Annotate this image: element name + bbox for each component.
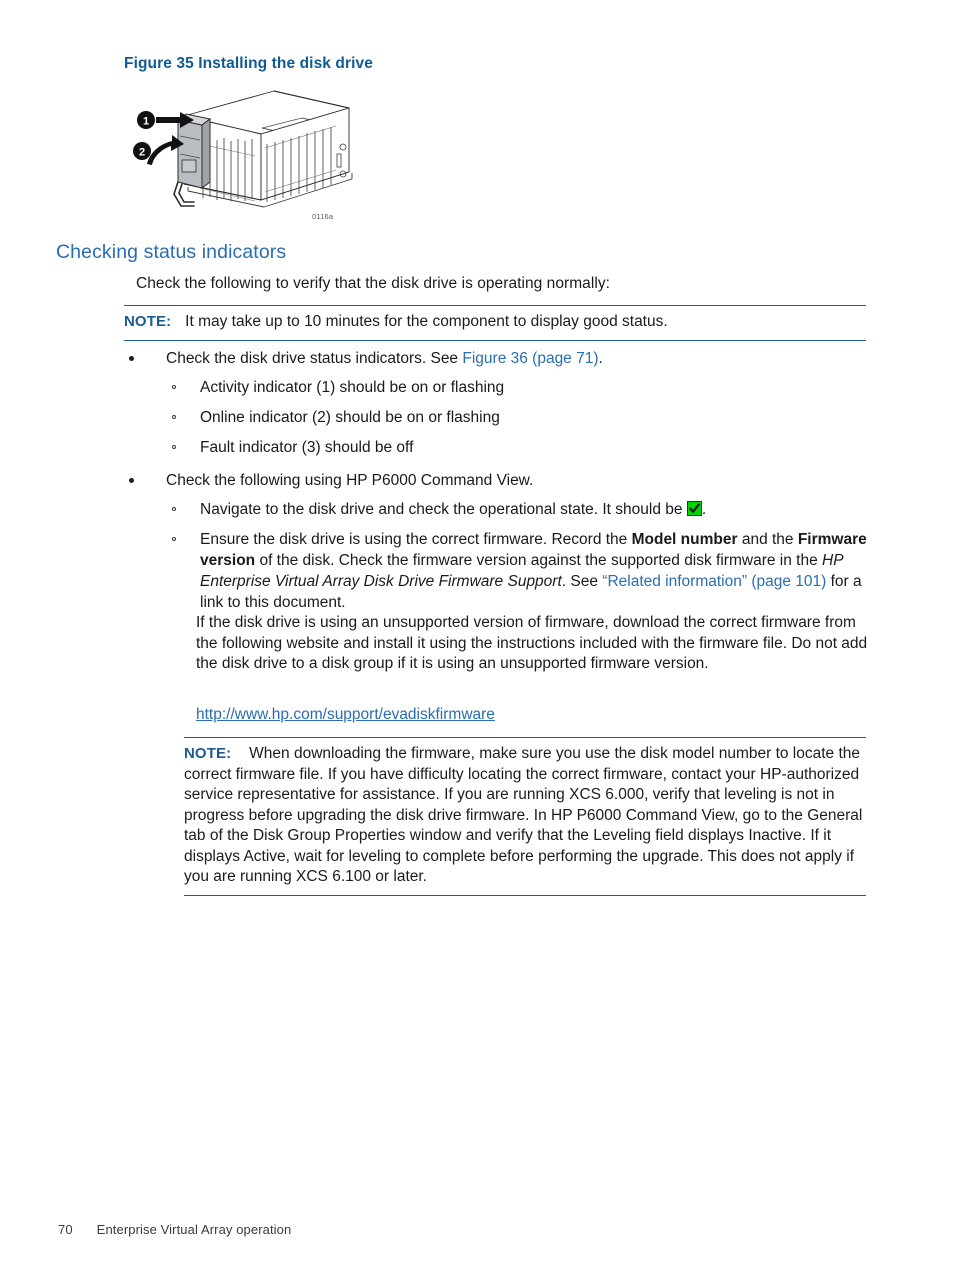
sub-bullet-circle-icon — [172, 385, 176, 389]
callout-1-badge: 1 — [137, 111, 155, 129]
bullet-group-status-indicators: Check the disk drive status indicators. … — [124, 348, 874, 458]
document-page: Figure 35 Installing the disk drive 1 2 … — [0, 0, 954, 1271]
link-figure-36[interactable]: Figure 36 (page 71) — [462, 350, 598, 367]
note-text: It may take up to 10 minutes for the com… — [185, 313, 668, 330]
link-evadiskfirmware[interactable]: http://www.hp.com/support/evadiskfirmwar… — [196, 706, 495, 723]
green-check-status-icon — [686, 501, 702, 516]
check-icon-trailing-text: . — [701, 501, 707, 518]
sub-bullet-text: Online indicator (2) should be on or fla… — [200, 409, 500, 426]
figure-title: Figure 35 Installing the disk drive — [124, 55, 373, 72]
sub-bullet-text: Fault indicator (3) should be off — [200, 439, 414, 456]
sub-bullet-circle-icon — [172, 415, 176, 419]
url-line: http://www.hp.com/support/evadiskfirmwar… — [196, 706, 495, 724]
sub-bullet-item: Fault indicator (3) should be off — [124, 437, 874, 458]
sub-bullet-circle-icon — [172, 537, 176, 541]
note-box-2: NOTE: When downloading the firmware, make… — [184, 737, 866, 896]
firmware-bold-model-number: Model number — [631, 531, 738, 548]
bullet-text-before-link: Check the disk drive status indicators. … — [166, 350, 463, 367]
bullet-item: Check the following using HP P6000 Comma… — [124, 470, 874, 491]
bullet-text: Check the following using HP P6000 Comma… — [166, 472, 534, 489]
sub-bullet-item: Navigate to the disk drive and check the… — [124, 499, 874, 520]
firmware-part3: of the disk. Check the firmware version … — [255, 552, 823, 569]
sub-bullet-item: Activity indicator (1) should be on or f… — [124, 377, 874, 398]
footer-chapter-title: Enterprise Virtual Array operation — [96, 1222, 292, 1237]
section-heading-checking-status-indicators: Checking status indicators — [56, 241, 287, 263]
note-box-1: NOTE: It may take up to 10 minutes for th… — [124, 305, 866, 341]
sub-bullet-circle-icon — [172, 445, 176, 449]
note-label: NOTE: — [184, 745, 232, 762]
sub-bullet-circle-icon — [172, 507, 176, 511]
svg-text:2: 2 — [139, 147, 145, 159]
lead-paragraph: Check the following to verify that the d… — [136, 275, 610, 292]
unsupported-firmware-paragraph: If the disk drive is using an unsupporte… — [196, 614, 868, 672]
footer-page-number: 70 — [58, 1222, 73, 1237]
page-footer: 70 Enterprise Virtual Array operation — [58, 1222, 291, 1237]
bullet-item: Check the disk drive status indicators. … — [124, 348, 874, 369]
figure-image-id: 0116a — [312, 212, 334, 221]
note-text: When downloading the firmware, make sure… — [184, 745, 863, 885]
callout-2-badge: 2 — [133, 142, 151, 160]
firmware-part4: . See — [561, 573, 603, 590]
sub-bullet-text: Activity indicator (1) should be on or f… — [200, 379, 505, 396]
link-related-information[interactable]: “Related information” (page 101) — [602, 573, 826, 590]
firmware-part1: Ensure the disk drive is using the corre… — [200, 531, 632, 548]
sub-bullet-item: Online indicator (2) should be on or fla… — [124, 407, 874, 428]
sub-bullet-item-firmware: Ensure the disk drive is using the corre… — [124, 529, 874, 613]
note-label: NOTE: — [124, 313, 172, 330]
firmware-part2: and the — [737, 531, 798, 548]
bullet-dot-icon — [129, 356, 134, 361]
bullet-group-command-view: Check the following using HP P6000 Comma… — [124, 470, 874, 613]
bullet-text-after-link: . — [598, 350, 603, 367]
figure-illustration-disk-drive-install: 1 2 — [124, 88, 384, 233]
bullet-dot-icon — [129, 478, 134, 483]
svg-text:1: 1 — [143, 116, 149, 128]
sub-bullet-text: Navigate to the disk drive and check the… — [200, 501, 687, 518]
